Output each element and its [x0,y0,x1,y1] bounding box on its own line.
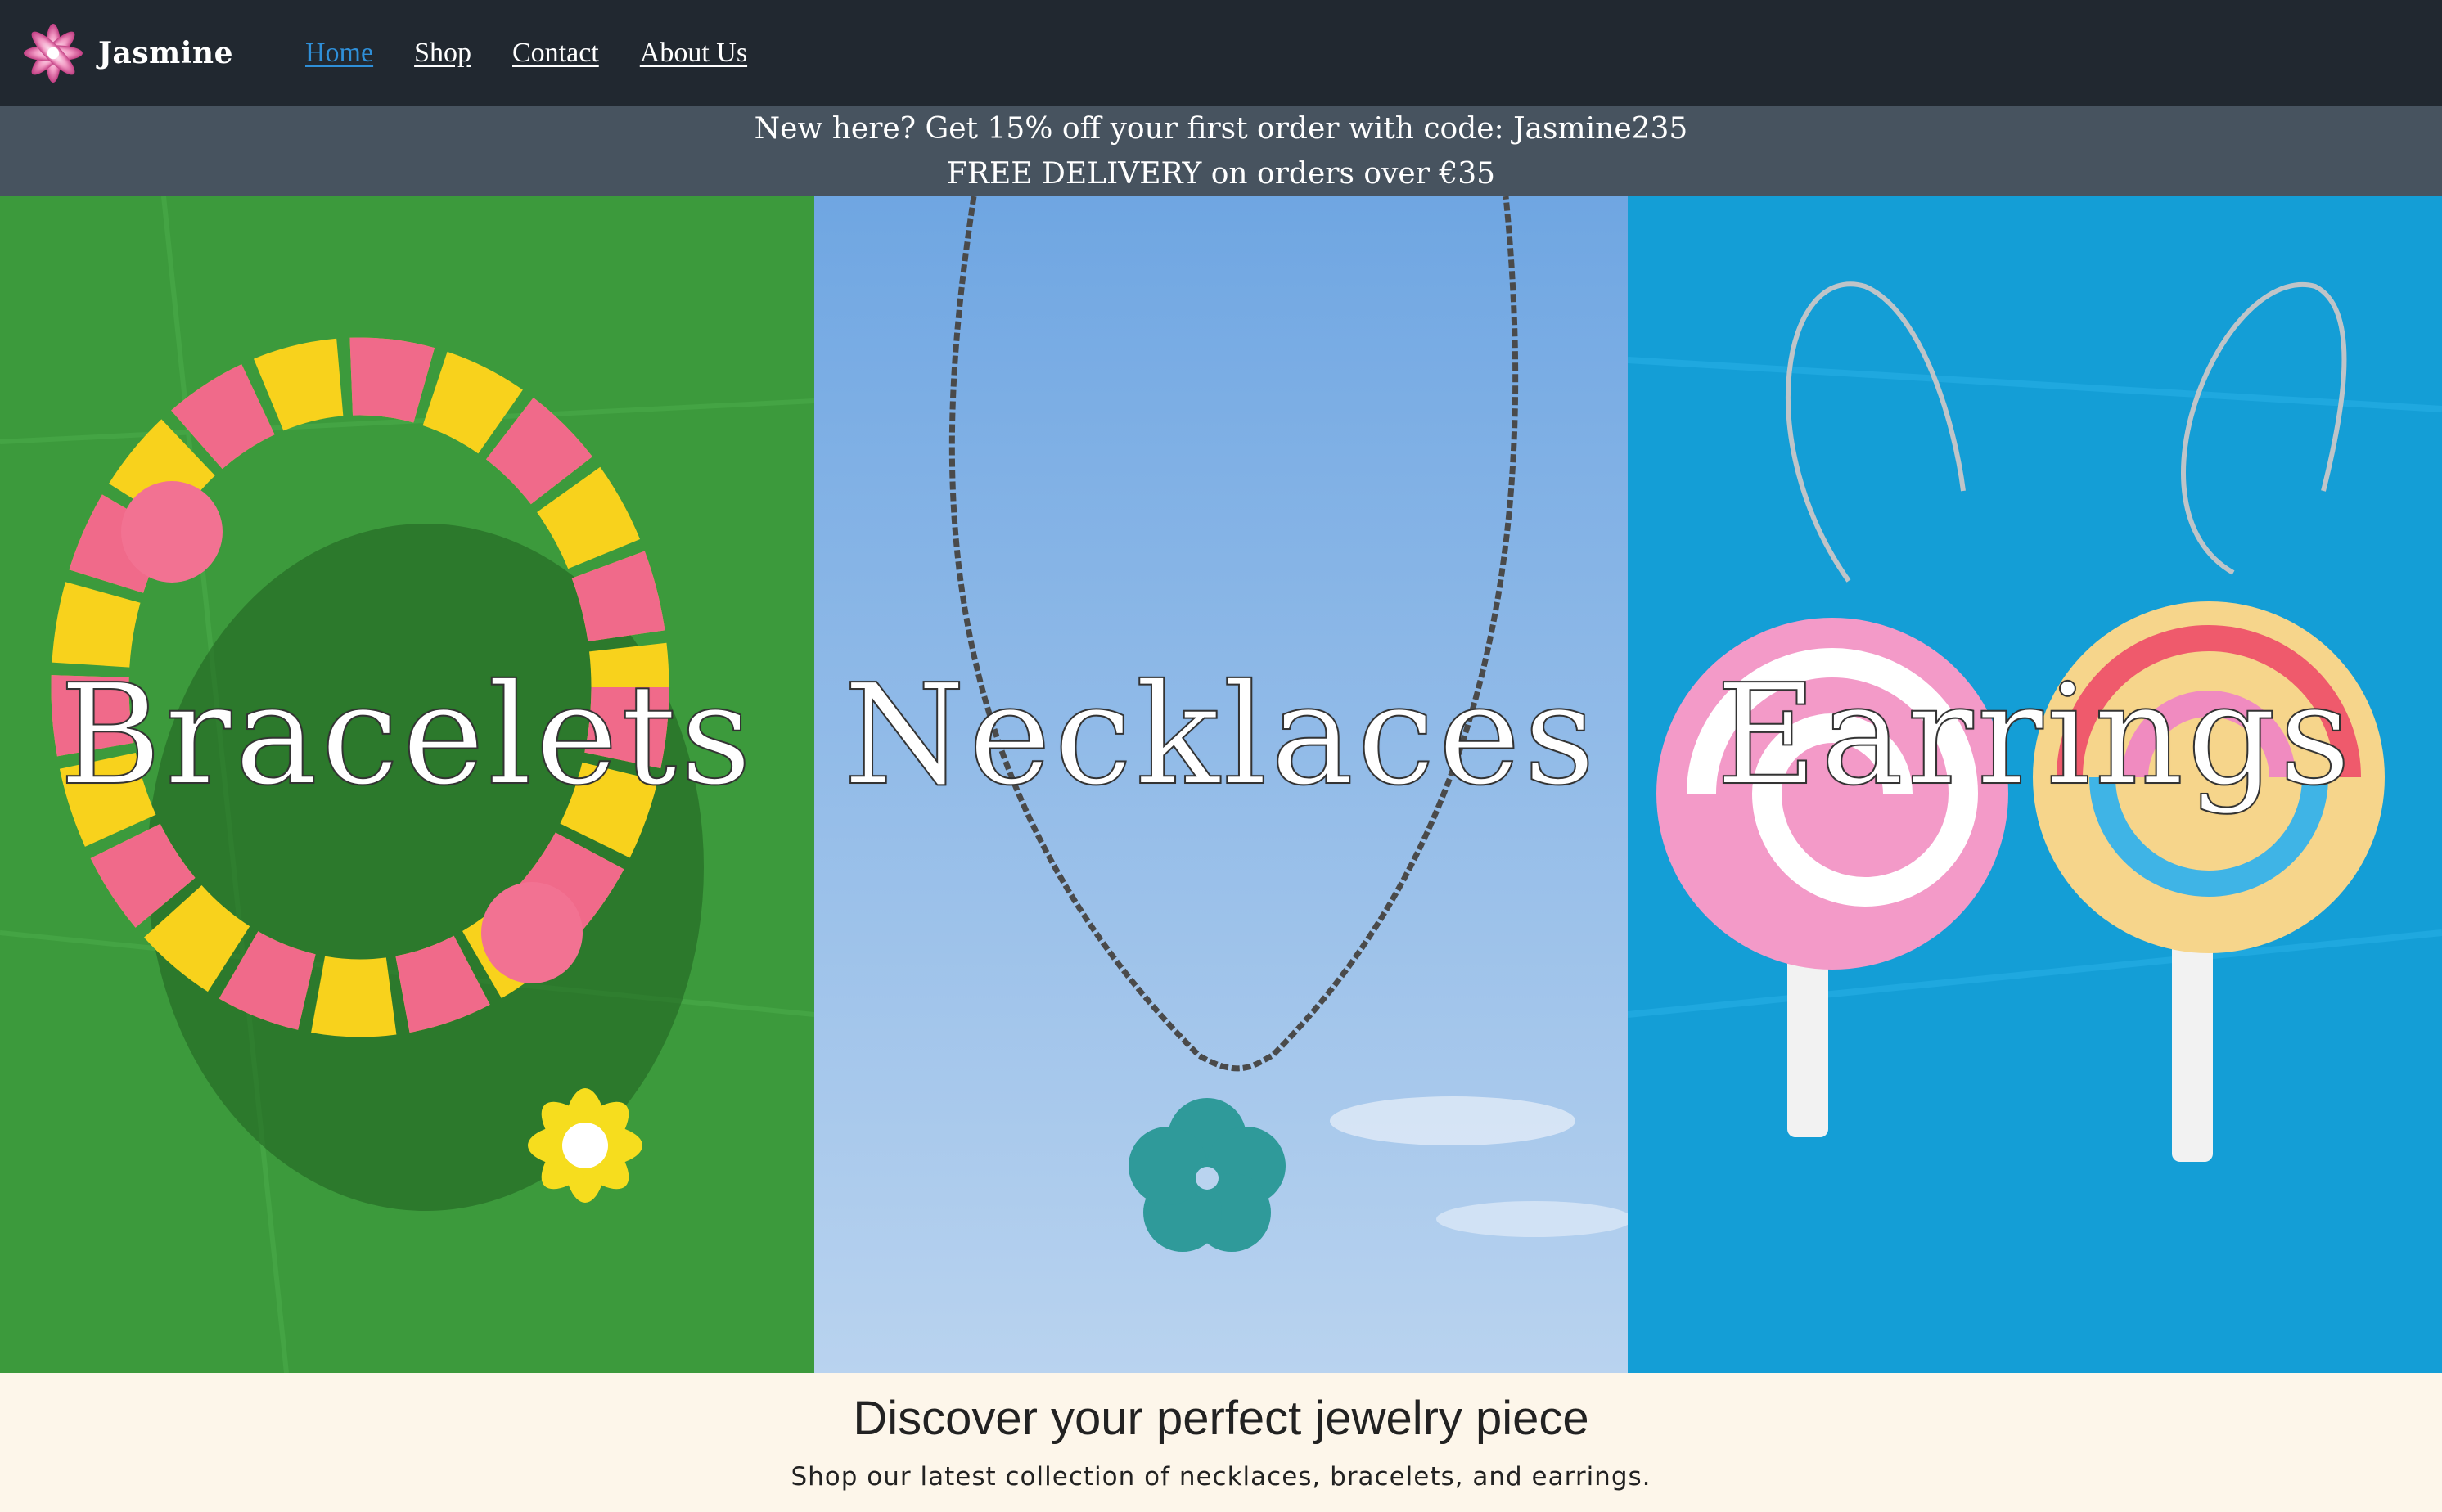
nav-link-contact[interactable]: Contact [512,38,599,69]
category-panel-earrings[interactable]: Earrings [1628,196,2442,1373]
intro-subtext: Shop our latest collection of necklaces,… [791,1462,1651,1492]
category-title-necklaces: Necklaces [843,654,1599,817]
nav-links: Home Shop Contact About Us [305,38,788,69]
brand[interactable]: Jasmine [16,16,233,90]
nav-link-about-us[interactable]: About Us [640,38,747,69]
category-hero: Bracelets Necklaces Earrings [0,196,2442,1373]
promo-banner: New here? Get 15% off your first order w… [0,106,2442,196]
intro-section: Discover your perfect jewelry piece Shop… [0,1373,2442,1512]
category-panel-necklaces[interactable]: Necklaces [814,196,1628,1373]
nav-link-home[interactable]: Home [305,38,373,69]
category-title-earrings: Earrings [1715,654,2354,817]
flower-logo-icon [24,24,83,83]
category-panel-bracelets[interactable]: Bracelets [0,196,814,1373]
promo-discount-text: New here? Get 15% off your first order w… [754,112,1688,146]
navbar: Jasmine Home Shop Contact About Us [0,0,2442,106]
promo-delivery-text: FREE DELIVERY on orders over €35 [946,157,1496,191]
category-title-bracelets: Bracelets [59,654,755,817]
brand-name: Jasmine [98,36,233,70]
intro-heading: Discover your perfect jewelry piece [853,1392,1589,1445]
nav-link-shop[interactable]: Shop [414,38,471,69]
